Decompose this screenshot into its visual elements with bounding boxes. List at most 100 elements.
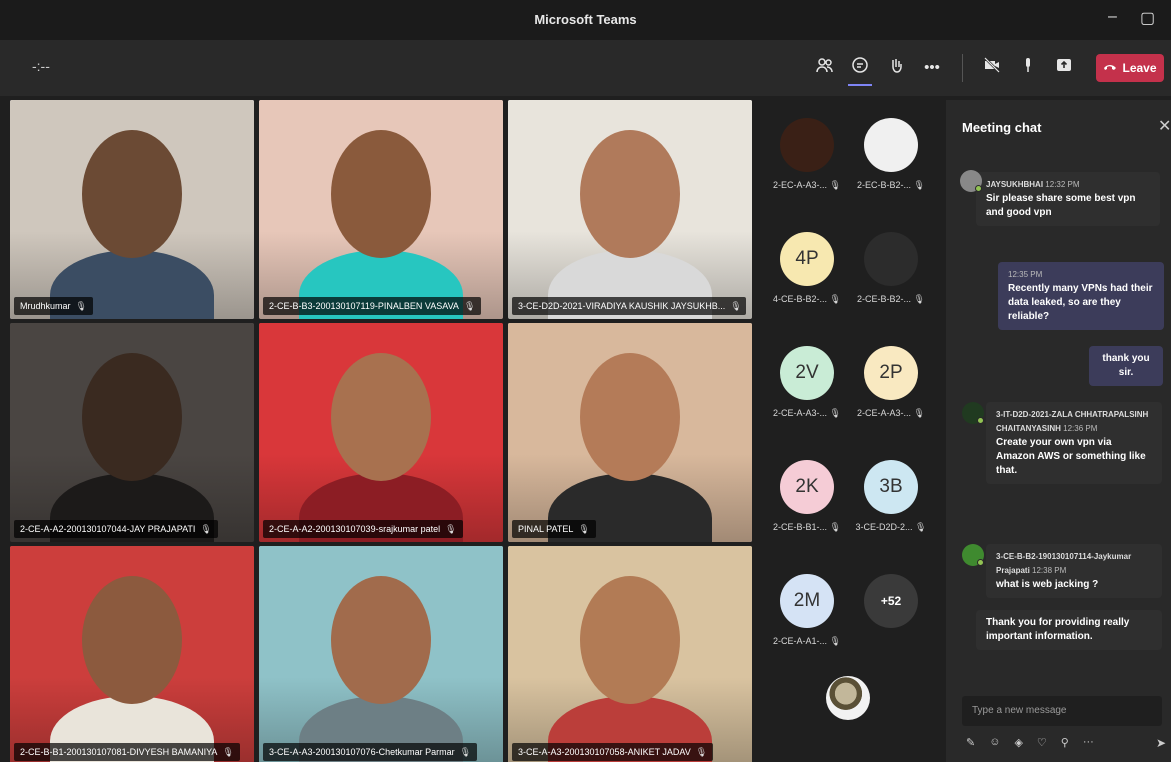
participant-item[interactable]: 2-CE-B-B2-... 🎙 xyxy=(849,232,933,305)
mic-icon: 🎙 xyxy=(445,524,457,534)
mic-icon: 🎙 xyxy=(827,408,841,418)
participant-label: 2-EC-B-B2-... 🎙 xyxy=(849,180,933,191)
participant-name-tag: PINAL PATEL 🎙 xyxy=(512,520,596,538)
mic-icon[interactable] xyxy=(1016,56,1040,80)
camera-off-icon[interactable] xyxy=(980,56,1004,80)
avatar: 3B xyxy=(864,460,918,514)
participant-label: 2-CE-B-B1-... 🎙 xyxy=(765,522,849,533)
leave-button[interactable]: Leave xyxy=(1096,54,1164,82)
avatar: 2K xyxy=(780,460,834,514)
phone-icon xyxy=(1103,61,1117,75)
mic-icon: 🎙 xyxy=(912,522,927,532)
mic-icon: 🎙 xyxy=(730,301,742,311)
participant-item[interactable]: 2M 2-CE-A-A1-... 🎙 xyxy=(765,574,849,647)
avatar: 4P xyxy=(780,232,834,286)
mic-icon: 🎙 xyxy=(911,408,925,418)
chat-icon[interactable] xyxy=(848,56,872,86)
participant-item[interactable]: 2-EC-B-B2-... 🎙 xyxy=(849,118,933,191)
minimize-button[interactable]: – xyxy=(1108,8,1117,26)
participant-face xyxy=(82,576,182,704)
video-tile[interactable]: 2-CE-A-A2-200130107039-srajkumar patel 🎙 xyxy=(259,323,503,542)
avatar-initials: 2M xyxy=(793,590,821,611)
message-text: Create your own vpn via Amazon AWS or so… xyxy=(996,437,1146,476)
participant-face xyxy=(82,130,182,258)
more-icon[interactable]: ••• xyxy=(920,56,944,80)
more-options-icon[interactable]: ··· xyxy=(1083,736,1094,749)
avatar: +52 xyxy=(864,574,918,628)
participant-name: 2-CE-B-B1-200130107081-DIVYESH BAMANIYA xyxy=(20,747,218,757)
participant-name-tag: 3-CE-D2D-2021-VIRADIYA KAUSHIK JAYSUKHB.… xyxy=(512,297,746,315)
video-tile[interactable]: 2-CE-A-A2-200130107044-JAY PRAJAPATI 🎙 xyxy=(10,323,254,542)
send-icon[interactable]: ➤ xyxy=(1156,736,1166,750)
participant-item[interactable]: 2V 2-CE-A-A3-... 🎙 xyxy=(765,346,849,419)
status-dot xyxy=(975,185,982,192)
participant-label: 3-CE-D2D-2... 🎙 xyxy=(849,522,933,533)
participant-label: 2-CE-A-A1-... 🎙 xyxy=(765,636,849,647)
video-tile[interactable]: 3-CE-D2D-2021-VIRADIYA KAUSHIK JAYSUKHB.… xyxy=(508,100,752,319)
mic-icon: 🎙 xyxy=(827,294,841,304)
participant-name-tag: Mrudhkumar 🎙 xyxy=(14,297,93,315)
participant-label-text: 4-CE-B-B2-... xyxy=(773,294,828,304)
avatar xyxy=(780,118,834,172)
participant-name-tag: 3-CE-A-A3-200130107058-ANIKET JADAV 🎙 xyxy=(512,743,714,761)
people-icon[interactable] xyxy=(813,56,837,80)
participant-item[interactable]: 2P 2-CE-A-A3-... 🎙 xyxy=(849,346,933,419)
sticker-icon[interactable]: ♡ xyxy=(1037,736,1047,749)
avatar-initials: 2K xyxy=(795,476,819,497)
share-icon[interactable] xyxy=(1052,56,1076,80)
close-icon[interactable]: ✕ xyxy=(1158,116,1171,136)
participant-name: 2-CE-A-A2-200130107044-JAY PRAJAPATI xyxy=(20,524,196,534)
participant-label-text: 2-CE-B-B2-... xyxy=(857,294,912,304)
participant-face xyxy=(82,353,182,481)
compose-message-input[interactable]: Type a new message xyxy=(962,696,1162,726)
participants-panel: 2-EC-A-A3-... 🎙 2-EC-B-B2-... 🎙 4P 4-CE-B-B… xyxy=(757,100,943,762)
meeting-timer: -:-- xyxy=(32,58,50,74)
participant-item[interactable]: 2-EC-A-A3-... 🎙 xyxy=(765,118,849,191)
message-time: 12:32 PM xyxy=(1045,180,1080,189)
message-text: Sir please share some best vpn and good … xyxy=(986,193,1136,218)
mic-icon: 🎙 xyxy=(200,524,212,534)
video-tile[interactable]: Mrudhkumar 🎙 xyxy=(10,100,254,319)
participant-face xyxy=(331,576,431,704)
gif-icon[interactable]: ◈ xyxy=(1014,736,1022,749)
format-icon[interactable]: ✎ xyxy=(966,736,975,749)
message-bubble: thank you sir. xyxy=(1089,346,1163,386)
avatar-initials: 2P xyxy=(879,362,903,383)
meeting-toolbar: -:-- ••• Leave xyxy=(0,40,1171,96)
message-meta: 3-IT-D2D-2021-ZALA CHHATRAPALSINH CHAITA… xyxy=(996,408,1152,436)
mic-icon: 🎙 xyxy=(827,522,841,532)
video-tile[interactable]: 2-CE-B-B3-200130107119-PINALBEN VASAVA 🎙 xyxy=(259,100,503,319)
message-bubble: JAYSUKHBHAI 12:32 PM Sir please share som… xyxy=(976,172,1160,226)
participant-item[interactable]: 2K 2-CE-B-B1-... 🎙 xyxy=(765,460,849,533)
video-tile[interactable]: 2-CE-B-B1-200130107081-DIVYESH BAMANIYA 🎙 xyxy=(10,546,254,762)
reactions-icon[interactable] xyxy=(884,56,908,80)
chat-message: 3-CE-B-B2-190130107114-Jaykumar Prajapat… xyxy=(986,544,1162,598)
toolbar-separator xyxy=(962,54,963,82)
participant-item[interactable]: 3B 3-CE-D2D-2... 🎙 xyxy=(849,460,933,533)
avatar-initials: 4P xyxy=(795,248,819,269)
participant-label-text: 2-CE-A-A1-... xyxy=(773,636,828,646)
participant-item[interactable]: 4P 4-CE-B-B2-... 🎙 xyxy=(765,232,849,305)
video-tile[interactable]: 3-CE-A-A3-200130107058-ANIKET JADAV 🎙 xyxy=(508,546,752,762)
message-meta: JAYSUKHBHAI 12:32 PM xyxy=(986,178,1150,192)
message-bubble: 3-IT-D2D-2021-ZALA CHHATRAPALSINH CHAITA… xyxy=(986,402,1162,484)
avatar-initials: +52 xyxy=(880,594,902,608)
participant-label-text: 2-CE-B-B1-... xyxy=(773,522,828,532)
maximize-button[interactable]: ▢ xyxy=(1140,8,1155,28)
video-tile[interactable]: 3-CE-A-A3-200130107076-Chetkumar Parmar 🎙 xyxy=(259,546,503,762)
emoji-icon[interactable]: ☺ xyxy=(989,736,1000,749)
avatar: 2M xyxy=(780,574,834,628)
chat-message: thank you sir. xyxy=(1089,346,1163,386)
avatar: 2V xyxy=(780,346,834,400)
participant-item[interactable]: +52 xyxy=(849,574,933,628)
participant-face xyxy=(331,130,431,258)
participant-face xyxy=(331,353,431,481)
mic-icon: 🎙 xyxy=(911,294,925,304)
avatar-initials: 3B xyxy=(879,476,903,497)
participant-name-tag: 2-CE-A-A2-200130107039-srajkumar patel 🎙 xyxy=(263,520,463,538)
participant-name: Mrudhkumar xyxy=(20,301,71,311)
video-tile[interactable]: PINAL PATEL 🎙 xyxy=(508,323,752,542)
chat-avatar xyxy=(962,402,984,424)
attach-icon[interactable]: ⚲ xyxy=(1061,736,1069,749)
self-avatar[interactable] xyxy=(826,676,870,720)
